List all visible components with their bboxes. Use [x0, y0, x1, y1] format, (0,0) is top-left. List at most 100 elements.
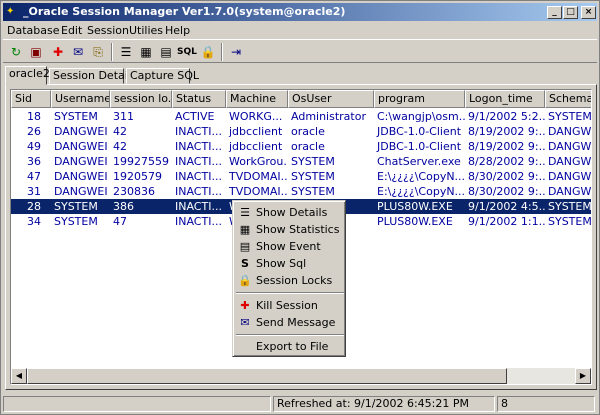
- context-send-message[interactable]: ✉ Send Message: [235, 314, 345, 331]
- cell-status: INACTI...: [175, 125, 222, 138]
- locks-icon[interactable]: 🔒: [199, 43, 217, 61]
- menu-database[interactable]: Database: [7, 23, 60, 38]
- menu-edit[interactable]: Edit: [61, 23, 82, 38]
- table-row[interactable]: 26 DANGWEI 42 INACTI... jdbcclient oracle JDBC…: [11, 124, 591, 139]
- column-header-logon-time[interactable]: Logon_time: [465, 90, 545, 108]
- horizontal-scrollbar[interactable]: ◀ ▶: [11, 368, 591, 384]
- column-header-username[interactable]: Username: [51, 90, 110, 108]
- cell-sid: 49: [27, 140, 41, 153]
- cell-session-logical-reads: 42: [113, 125, 127, 138]
- cell-osuser: SYSTEM: [291, 185, 335, 198]
- export-icon[interactable]: ⎘: [89, 43, 107, 61]
- column-header-schema[interactable]: Schema...: [545, 90, 591, 108]
- menu-session[interactable]: Session: [87, 23, 129, 38]
- cell-username: DANGWEI: [54, 185, 108, 198]
- scrollbar-thumb[interactable]: [27, 368, 507, 384]
- message-icon: ✉: [240, 316, 250, 329]
- send-message-icon[interactable]: ✉: [69, 43, 87, 61]
- context-item-label: Send Message: [256, 316, 336, 329]
- details-icon[interactable]: ☰: [117, 43, 135, 61]
- table-row[interactable]: 18 SYSTEM 311 ACTIVE WORKG... Administrator C:…: [11, 109, 591, 124]
- menu-utilies[interactable]: Utilies: [129, 23, 163, 38]
- toolbar-separator: [111, 43, 113, 61]
- exit-icon[interactable]: ⇥: [227, 43, 245, 61]
- statistics-icon[interactable]: ▦: [137, 43, 155, 61]
- context-show-event[interactable]: ▤ Show Event: [235, 238, 345, 255]
- status-bar: Refreshed at: 9/1/2002 6:45:21 PM 8: [3, 395, 597, 413]
- sql-icon[interactable]: SQL: [177, 43, 197, 61]
- main-window: ✦ _Oracle Session Manager Ver1.7.0(syste…: [0, 0, 600, 415]
- cell-username: DANGWEI: [54, 125, 108, 138]
- cell-logon-time: 8/30/2002 9:...: [468, 170, 545, 183]
- cell-osuser: oracle: [291, 125, 325, 138]
- cell-logon-time: 8/19/2002 9:...: [468, 125, 545, 138]
- status-refreshed: Refreshed at: 9/1/2002 6:45:21 PM: [273, 396, 495, 412]
- event-icon[interactable]: ▤: [157, 43, 175, 61]
- context-separator: [236, 292, 344, 294]
- context-show-sql[interactable]: S Show Sql: [235, 255, 345, 272]
- column-header-machine[interactable]: Machine: [226, 90, 288, 108]
- refresh-icon[interactable]: ↻: [7, 43, 25, 61]
- context-item-label: Kill Session: [256, 299, 318, 312]
- cell-osuser: SYSTEM: [291, 155, 335, 168]
- cell-username: DANGWEI: [54, 140, 108, 153]
- context-kill-session[interactable]: ✚ Kill Session: [235, 297, 345, 314]
- cell-logon-time: 9/1/2002 1:1...: [468, 215, 545, 228]
- minimize-button[interactable]: _: [547, 6, 562, 19]
- kill-session-icon[interactable]: ✚: [49, 43, 67, 61]
- table-row[interactable]: 36 DANGWEI 19927559 INACTI... WorkGrou... SYS…: [11, 154, 591, 169]
- column-header-program[interactable]: program: [374, 90, 465, 108]
- context-show-statistics[interactable]: ▦ Show Statistics: [235, 221, 345, 238]
- cell-sid: 34: [27, 215, 41, 228]
- cell-schema: SYSTEM: [548, 200, 592, 213]
- context-show-details[interactable]: ☰ Show Details: [235, 204, 345, 221]
- cell-machine: jdbcclient: [229, 140, 283, 153]
- cell-username: SYSTEM: [54, 200, 98, 213]
- cell-session-logical-reads: 1920579: [113, 170, 162, 183]
- context-item-label: Export to File: [256, 340, 329, 353]
- context-export-to-file[interactable]: Export to File: [235, 338, 345, 355]
- cell-username: DANGWEI: [54, 170, 108, 183]
- cell-sid: 28: [27, 200, 41, 213]
- column-header-osuser[interactable]: OsUser: [288, 90, 374, 108]
- table-row[interactable]: 49 DANGWEI 42 INACTI... jdbcclient oracle JDBC…: [11, 139, 591, 154]
- scroll-left-icon[interactable]: ◀: [11, 368, 27, 384]
- cell-username: DANGWEI: [54, 155, 108, 168]
- context-item-label: Session Locks: [256, 274, 333, 287]
- cell-sid: 26: [27, 125, 41, 138]
- scroll-right-icon[interactable]: ▶: [575, 368, 591, 384]
- tab-capture-sql[interactable]: Capture SQL: [126, 68, 199, 84]
- column-header-sid[interactable]: Sid: [11, 90, 51, 108]
- column-header-session-logical-reads[interactable]: session lo...: [110, 90, 172, 108]
- tab-session-details[interactable]: Session Details: [49, 68, 137, 84]
- context-session-locks[interactable]: 🔒 Session Locks: [235, 272, 345, 289]
- cell-session-logical-reads: 311: [113, 110, 134, 123]
- database-icon[interactable]: ▣: [27, 43, 45, 61]
- column-header-status[interactable]: Status: [172, 90, 226, 108]
- cell-program: PLUS80W.EXE: [377, 215, 453, 228]
- context-item-label: Show Event: [256, 240, 321, 253]
- cell-username: SYSTEM: [54, 110, 98, 123]
- menu-help[interactable]: Help: [165, 23, 190, 38]
- cell-schema: SYSTEM: [548, 215, 592, 228]
- statistics-icon: ▦: [239, 223, 251, 236]
- cell-machine: TVDOMAI...: [229, 185, 288, 198]
- cell-program: JDBC-1.0-Client: [377, 140, 462, 153]
- table-row[interactable]: 31 DANGWEI 230836 INACTI... TVDOMAI... SYSTEM…: [11, 184, 591, 199]
- cell-program: ChatServer.exe: [377, 155, 461, 168]
- cell-machine: WorkGrou...: [229, 155, 288, 168]
- cell-machine: WORKG...: [229, 110, 283, 123]
- table-row[interactable]: 47 DANGWEI 1920579 INACTI... TVDOMAI... SYSTE…: [11, 169, 591, 184]
- window-title: _Oracle Session Manager Ver1.7.0(system@…: [23, 5, 346, 18]
- tab-oracle2[interactable]: oracle2: [5, 66, 50, 85]
- context-menu: ☰ Show Details ▦ Show Statistics ▤ Show …: [232, 200, 346, 357]
- cell-sid: 36: [27, 155, 41, 168]
- maximize-button[interactable]: □: [563, 6, 578, 19]
- cell-status: INACTI...: [175, 155, 222, 168]
- details-icon: ☰: [240, 206, 250, 219]
- cell-status: INACTI...: [175, 215, 222, 228]
- toolbar: ↻ ▣ ✚ ✉ ⎘ ☰ ▦ ▤ SQL 🔒 ⇥: [3, 39, 597, 63]
- event-icon: ▤: [239, 240, 251, 253]
- title-bar: ✦ _Oracle Session Manager Ver1.7.0(syste…: [3, 3, 597, 21]
- close-button[interactable]: ×: [581, 6, 596, 19]
